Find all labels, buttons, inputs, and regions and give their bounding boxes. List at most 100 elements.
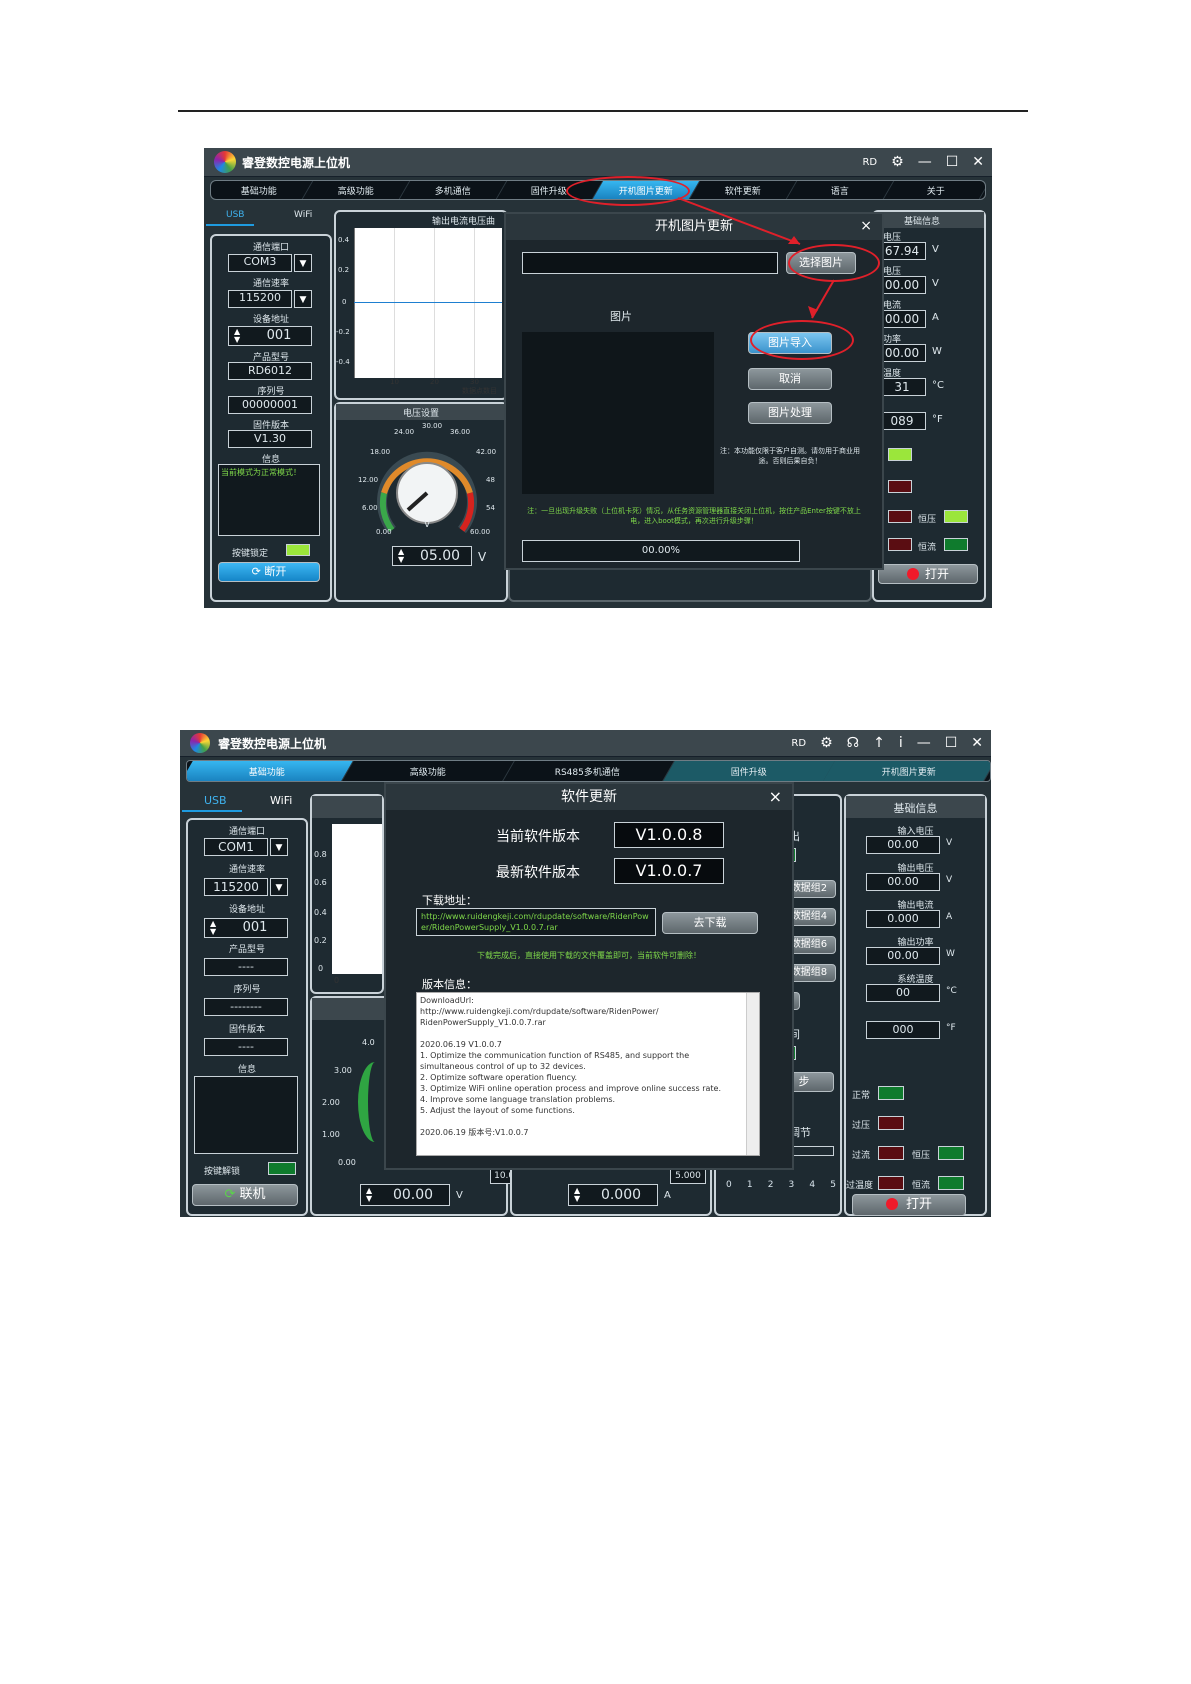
- software-update-dialog: 软件更新 × 当前软件版本 V1.0.0.8 最新软件版本 V1.0.0.7 下…: [384, 782, 794, 1170]
- screenshot-software-update: 睿登数控电源上位机 RD ⚙ ☊ ↑ i — ☐ ✕ 基础功能 高级功能 RS485…: [180, 730, 991, 1217]
- chart-ytick: 0.2: [314, 936, 327, 945]
- upload-icon[interactable]: ↑: [873, 735, 885, 751]
- version-info-label: 版本信息：: [422, 978, 477, 991]
- tab-2[interactable]: RS485多机通信: [502, 761, 675, 781]
- address-stepper[interactable]: 001: [204, 918, 288, 938]
- baud-dropdown-icon[interactable]: ▼: [270, 878, 288, 896]
- tab-4[interactable]: 开机图片更新: [823, 761, 990, 781]
- ocp-indicator: [878, 1146, 904, 1160]
- power-dot-icon: [885, 1198, 898, 1210]
- gauge-tick: 3.00: [334, 1066, 352, 1075]
- version-line: 2020.06.19 V1.0.0.7: [420, 1040, 502, 1049]
- app-title: 睿登数控电源上位机: [218, 737, 327, 751]
- current-stepper[interactable]: 0.000: [568, 1184, 658, 1206]
- open-label: 打开: [905, 1197, 932, 1212]
- tab-label: 开机图片更新: [882, 767, 937, 778]
- version-line: [420, 1116, 745, 1127]
- current-version-label: 当前软件版本: [496, 829, 580, 845]
- gear-icon[interactable]: ⚙: [820, 735, 833, 751]
- model-value: ----: [204, 958, 288, 976]
- normal-indicator: [878, 1086, 904, 1100]
- model-label: 产品型号: [228, 945, 265, 955]
- info-row-value: 00.00: [866, 947, 940, 965]
- info-row-value: 00: [866, 984, 940, 1002]
- stepper-arrows-icon[interactable]: ▲ ▼: [366, 1187, 372, 1203]
- port-label: 通信端口: [228, 827, 265, 837]
- info-label: 信息: [237, 1065, 256, 1075]
- firmware-value: ----: [204, 1038, 288, 1056]
- usb-tab-indicator: [182, 810, 242, 812]
- page-top-rule: [178, 110, 1028, 112]
- headset-icon[interactable]: ☊: [847, 735, 859, 751]
- tab-wifi[interactable]: WiFi: [270, 794, 292, 807]
- tab-label: 基础功能: [248, 767, 285, 778]
- output-open-button[interactable]: 打开: [852, 1194, 966, 1216]
- chart-plot-area: [332, 824, 382, 974]
- tab-0[interactable]: 基础功能: [187, 761, 354, 781]
- current-version-value: V1.0.0.8: [614, 822, 724, 848]
- version-line: 3. Optimize WiFi online operation proces…: [420, 1084, 721, 1093]
- ocp-label: 过流: [852, 1151, 871, 1161]
- chart-ytick: 0.8: [314, 850, 327, 859]
- ovp-indicator: [878, 1116, 904, 1130]
- download-url-field[interactable]: http://www.ruidengkeji.com/rdupdate/soft…: [416, 908, 656, 936]
- address-label: 设备地址: [228, 905, 265, 915]
- adjust-scale: 0 1 2 3 4 5: [726, 1180, 836, 1190]
- chart-xtick: 0: [334, 976, 340, 985]
- maximize-icon[interactable]: ☐: [945, 735, 958, 751]
- version-line: RidenPowerSupply_V1.0.0.7.rar: [420, 1018, 546, 1027]
- gauge-tick: 0.00: [338, 1158, 356, 1167]
- stepper-arrows-icon[interactable]: ▲ ▼: [210, 920, 216, 936]
- title-bar: 睿登数控电源上位机 RD ⚙ ☊ ↑ i — ☐ ✕: [180, 730, 991, 757]
- chart-panel-header: [312, 796, 382, 818]
- tab-label: RS485多机通信: [555, 767, 621, 778]
- version-info-text: DownloadUrl: http://www.ruidengkeji.com/r…: [420, 995, 745, 1138]
- info-row-value: 000: [866, 1021, 940, 1039]
- key-unlock-label: 按键解锁: [204, 1167, 241, 1177]
- version-info-textarea[interactable]: DownloadUrl: http://www.ruidengkeji.com/r…: [416, 992, 760, 1156]
- version-line: 2. Optimize software operation fluency.: [420, 1073, 578, 1082]
- scale-tick: 0: [726, 1180, 732, 1190]
- info-row-unit: °F: [946, 1023, 956, 1033]
- tab-label: 固件升级: [730, 767, 767, 778]
- minimize-icon[interactable]: —: [917, 735, 931, 751]
- chart-ytick: 0.4: [314, 908, 327, 917]
- tab-usb[interactable]: USB: [204, 794, 227, 807]
- scale-tick: 3: [788, 1180, 795, 1190]
- latest-version-value: V1.0.0.7: [614, 858, 724, 884]
- version-line: simultaneous control of up to 32 devices…: [420, 1062, 586, 1071]
- close-icon[interactable]: ✕: [971, 735, 983, 751]
- current-unit: A: [664, 1190, 671, 1201]
- version-line: 4. Improve some language translation pro…: [420, 1095, 616, 1104]
- dialog-close-icon[interactable]: ×: [769, 787, 782, 806]
- dialog-title: 软件更新: [386, 784, 792, 810]
- version-line: 2020.06.19 版本号:V1.0.0.7: [420, 1128, 529, 1137]
- normal-label: 正常: [852, 1091, 871, 1101]
- voltage-stepper[interactable]: 00.00: [360, 1184, 450, 1206]
- baud-select[interactable]: 115200: [204, 878, 268, 896]
- port-dropdown-icon[interactable]: ▼: [270, 838, 288, 856]
- window-controls: RD ⚙ ☊ ↑ i — ☐ ✕: [791, 735, 983, 751]
- cc-label: 恒流: [912, 1181, 931, 1191]
- tab-label: 高级功能: [409, 767, 446, 778]
- version-scrollbar[interactable]: [746, 993, 759, 1155]
- key-lock-indicator[interactable]: [268, 1162, 296, 1175]
- port-select[interactable]: COM1: [204, 838, 268, 856]
- scale-tick: 5: [830, 1180, 836, 1190]
- cv-label: 恒压: [912, 1151, 931, 1161]
- connection-panel: 通信端口 COM1 ▼ 通信速率 115200 ▼ 设备地址 001 ▲ ▼ 产品…: [186, 818, 308, 1216]
- connect-button[interactable]: ⟳ 联机: [192, 1184, 298, 1206]
- info-icon[interactable]: i: [899, 735, 903, 751]
- tab-3[interactable]: 固件升级: [663, 761, 836, 781]
- version-line: 1. Optimize the communication function o…: [420, 1051, 690, 1060]
- stepper-arrows-icon[interactable]: ▲ ▼: [574, 1187, 580, 1203]
- go-download-button[interactable]: 去下载: [662, 912, 758, 934]
- scale-tick: 4: [809, 1180, 816, 1190]
- scale-tick: 2: [767, 1180, 774, 1190]
- info-row-value: 00.00: [866, 836, 940, 854]
- voltage-unit: V: [456, 1190, 463, 1201]
- info-row-unit: V: [946, 875, 953, 885]
- serial-value: --------: [204, 998, 288, 1016]
- tab-1[interactable]: 高级功能: [341, 761, 514, 781]
- baud-label: 通信速率: [228, 865, 265, 875]
